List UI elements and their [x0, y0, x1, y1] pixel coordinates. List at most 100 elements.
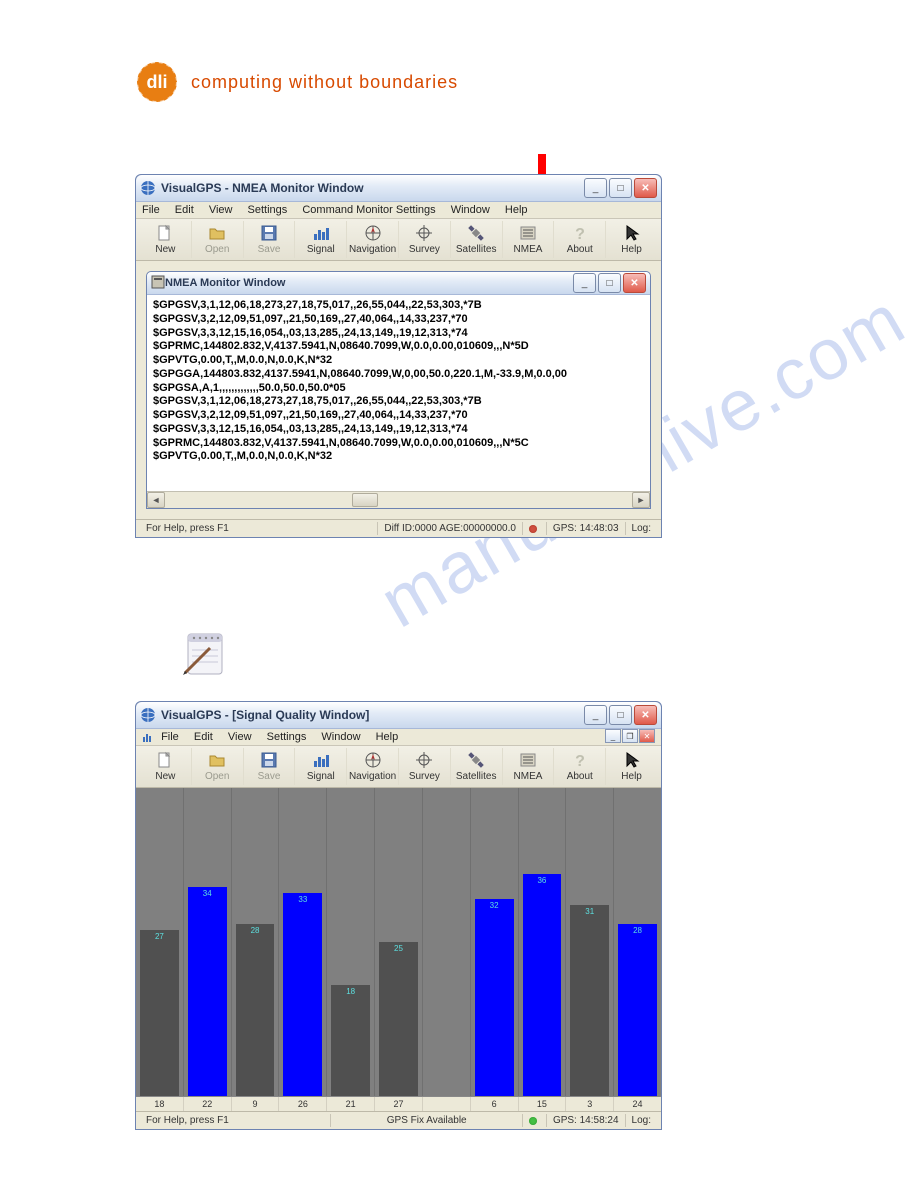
toolbar-about-button[interactable]: ?About: [554, 221, 606, 258]
horizontal-scrollbar[interactable]: ◄ ►: [147, 491, 650, 508]
chart-column: 31: [566, 788, 614, 1096]
toolbar-open-button: Open: [192, 221, 244, 258]
svg-text:?: ?: [575, 226, 585, 242]
app-globe-icon: [140, 180, 156, 196]
toolbar-help-button[interactable]: Help: [606, 221, 657, 258]
status-help: For Help, press F1: [140, 1114, 331, 1127]
inner-window-title: NMEA Monitor Window: [165, 277, 573, 289]
tagline: computing without boundaries: [191, 72, 458, 93]
bars-icon: [295, 751, 346, 769]
svg-text:dli: dli: [147, 72, 168, 92]
toolbar-new-button[interactable]: New: [140, 221, 192, 258]
toolbar-satellites-button[interactable]: Satellites: [451, 748, 503, 785]
toolbar-signal-button[interactable]: Signal: [295, 748, 347, 785]
toolbar-survey-button[interactable]: Survey: [399, 748, 451, 785]
toolbar: NewOpenSaveSignalNavigationSurveySatelli…: [136, 219, 661, 261]
toolbar-nmea-button[interactable]: NMEA: [503, 221, 555, 258]
xaxis-tick: 9: [232, 1097, 280, 1111]
toolbar-save-button: Save: [244, 748, 296, 785]
statusbar: For Help, press F1 Diff ID:0000 AGE:0000…: [136, 519, 661, 537]
menu-file[interactable]: File: [142, 204, 160, 216]
save-disk-icon: [244, 224, 295, 242]
led-green-icon: [529, 1117, 537, 1125]
inner-close-button[interactable]: ✕: [623, 273, 646, 293]
toolbar-signal-button[interactable]: Signal: [295, 221, 347, 258]
chart-column: 28: [232, 788, 280, 1096]
toolbar-survey-button[interactable]: Survey: [399, 221, 451, 258]
menu-edit[interactable]: Edit: [194, 731, 213, 743]
minimize-button[interactable]: _: [584, 178, 607, 198]
status-diff: Diff ID:0000 AGE:00000000.0: [378, 522, 523, 535]
status-help: For Help, press F1: [140, 522, 378, 535]
toolbar-new-button[interactable]: New: [140, 748, 192, 785]
scroll-thumb[interactable]: [352, 493, 378, 507]
nmea-monitor-inner-window: NMEA Monitor Window _ □ ✕ $GPGSV,3,1,12,…: [146, 271, 651, 509]
status-gps-led: [523, 522, 547, 535]
chart-column: 28: [614, 788, 661, 1096]
inner-minimize-button[interactable]: _: [573, 273, 596, 293]
toolbar-help-button[interactable]: Help: [606, 748, 657, 785]
status-log: Log:: [626, 1114, 657, 1127]
menu-window[interactable]: Window: [321, 731, 360, 743]
chart-column: 32: [471, 788, 519, 1096]
nmea-inner-icon: [151, 275, 165, 292]
titlebar[interactable]: VisualGPS - NMEA Monitor Window _ □ ✕: [136, 175, 661, 202]
scroll-left-button[interactable]: ◄: [147, 492, 165, 508]
xaxis-tick: 21: [327, 1097, 375, 1111]
crosshair-icon: [399, 751, 450, 769]
toolbar-satellites-button[interactable]: Satellites: [451, 221, 503, 258]
mdi-minimize-button[interactable]: _: [605, 729, 621, 743]
xaxis-tick: 24: [614, 1097, 661, 1111]
signal-chart: 27342833182532363128: [136, 788, 661, 1096]
menu-settings[interactable]: Settings: [267, 731, 307, 743]
window-title: VisualGPS - NMEA Monitor Window: [161, 181, 584, 195]
toolbar-about-button[interactable]: ?About: [554, 748, 606, 785]
close-button[interactable]: ✕: [634, 705, 657, 725]
inner-maximize-button[interactable]: □: [598, 273, 621, 293]
titlebar[interactable]: VisualGPS - [Signal Quality Window] _ □ …: [136, 702, 661, 729]
mdi-close-button[interactable]: ✕: [639, 729, 655, 743]
menu-file[interactable]: File: [161, 731, 179, 743]
menu-view[interactable]: View: [228, 731, 252, 743]
save-disk-icon: [244, 751, 295, 769]
menu-help[interactable]: Help: [376, 731, 399, 743]
minimize-button[interactable]: _: [584, 705, 607, 725]
menubar: File Edit View Settings Window Help: [136, 729, 661, 746]
nmea-output-text[interactable]: $GPGSV,3,1,12,06,18,273,27,18,75,017,,26…: [147, 295, 650, 491]
compass-icon: [347, 751, 398, 769]
dli-logo-icon: dli: [135, 60, 179, 104]
new-file-icon: [140, 224, 191, 242]
chart-column: [423, 788, 471, 1096]
status-gps-time: GPS: 14:48:03: [547, 522, 626, 535]
signal-bar: 28: [236, 924, 275, 1096]
chart-column: 34: [184, 788, 232, 1096]
maximize-button[interactable]: □: [609, 178, 632, 198]
chart-column: 27: [136, 788, 184, 1096]
toolbar-save-button: Save: [244, 221, 296, 258]
toolbar-nmea-button[interactable]: NMEA: [503, 748, 555, 785]
app-window-nmea: VisualGPS - NMEA Monitor Window _ □ ✕ Fi…: [135, 174, 662, 538]
toolbar-navigation-button[interactable]: Navigation: [347, 748, 399, 785]
question-icon: ?: [554, 751, 605, 769]
app-window-signal: VisualGPS - [Signal Quality Window] _ □ …: [135, 701, 662, 1130]
notepad-icon: [180, 628, 230, 681]
satellite-icon: [451, 751, 502, 769]
signal-bar: 33: [283, 893, 322, 1096]
xaxis-tick: 6: [471, 1097, 519, 1111]
status-log: Log:: [626, 522, 657, 535]
crosshair-icon: [399, 224, 450, 242]
maximize-button[interactable]: □: [609, 705, 632, 725]
mdi-restore-button[interactable]: ❐: [622, 729, 638, 743]
close-button[interactable]: ✕: [634, 178, 657, 198]
toolbar-navigation-button[interactable]: Navigation: [347, 221, 399, 258]
menu-help[interactable]: Help: [505, 204, 528, 216]
scroll-right-button[interactable]: ►: [632, 492, 650, 508]
menu-window[interactable]: Window: [451, 204, 490, 216]
menu-command-monitor-settings[interactable]: Command Monitor Settings: [302, 204, 435, 216]
signal-bar: 28: [618, 924, 657, 1096]
xaxis-tick: 18: [136, 1097, 184, 1111]
menu-edit[interactable]: Edit: [175, 204, 194, 216]
menu-settings[interactable]: Settings: [248, 204, 288, 216]
signal-bar: 34: [188, 887, 227, 1096]
menu-view[interactable]: View: [209, 204, 233, 216]
